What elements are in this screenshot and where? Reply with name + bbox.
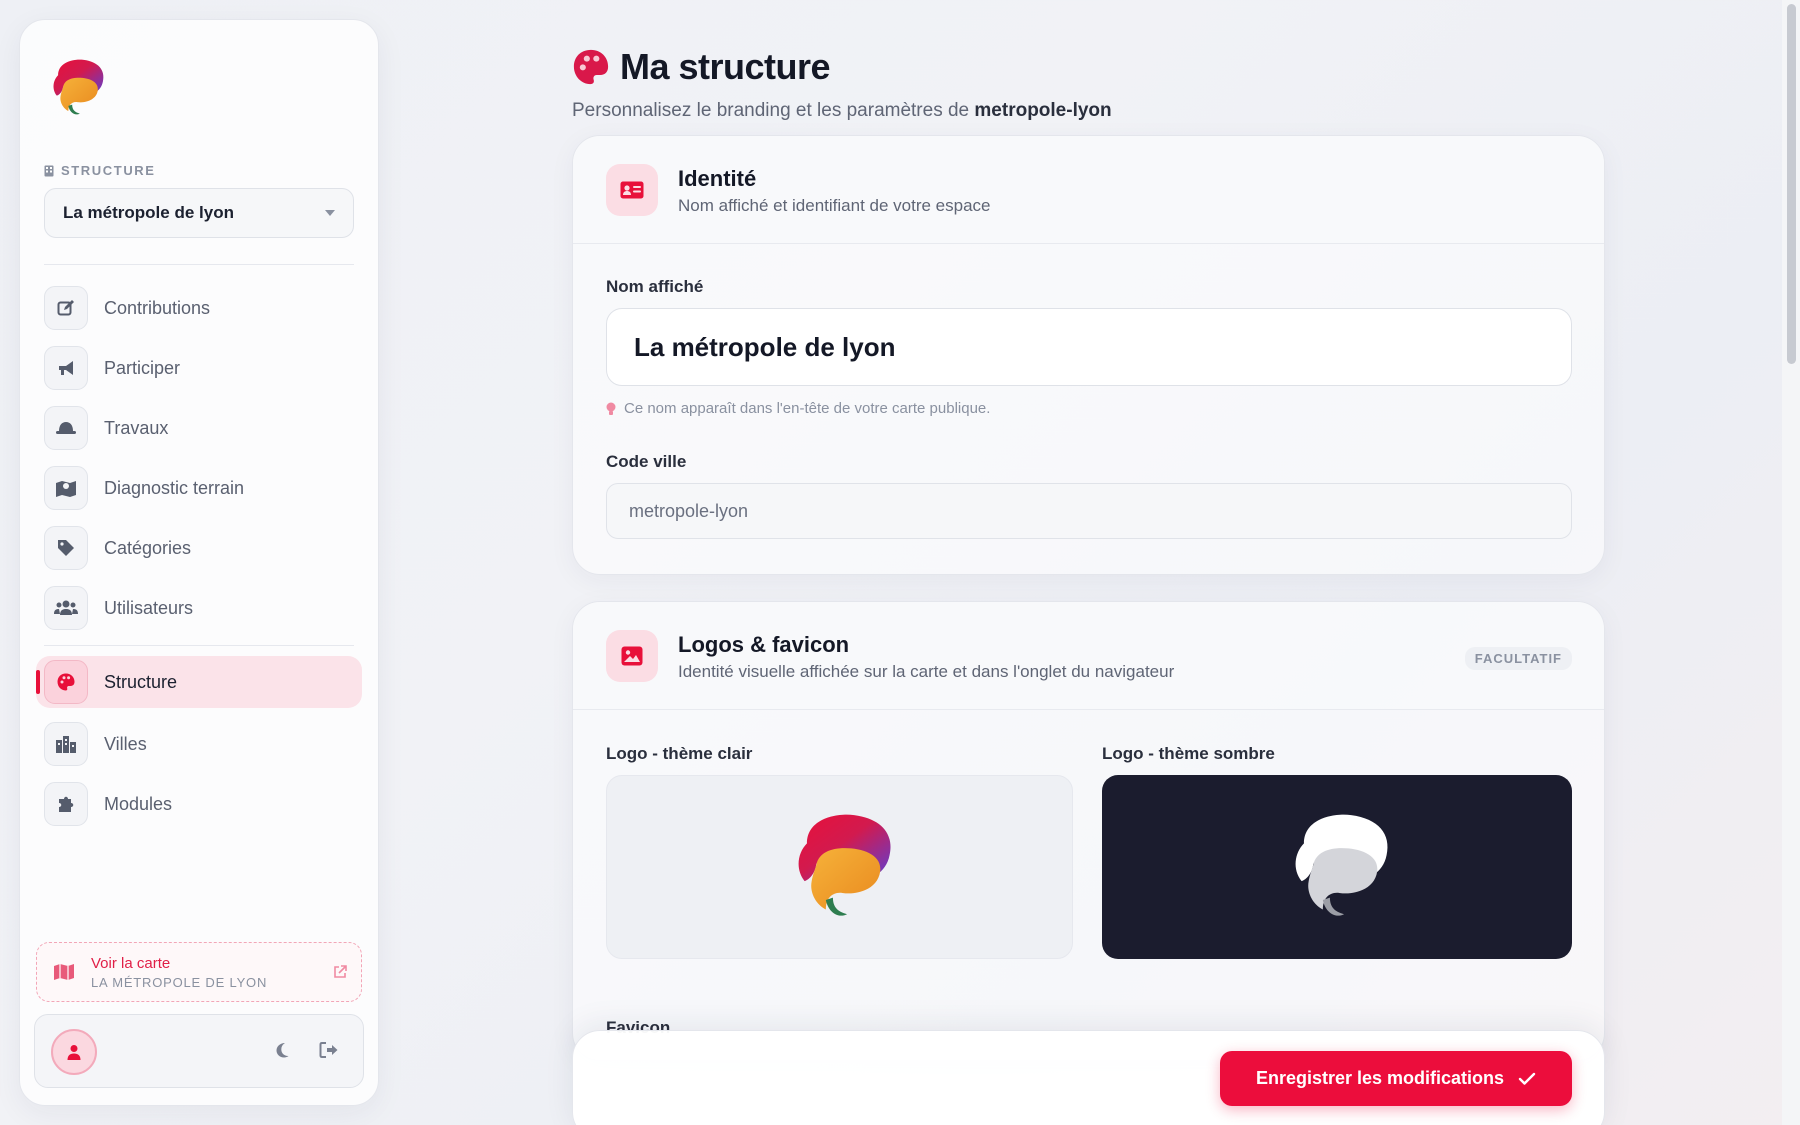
logo-light-label: Logo - thème clair [606, 744, 753, 763]
hard-hat-icon [44, 406, 88, 450]
palette-icon [573, 49, 609, 85]
avatar[interactable] [51, 1029, 97, 1075]
user-bar [34, 1014, 364, 1088]
view-map-subtitle: LA MÉTROPOLE DE LYON [91, 974, 268, 990]
external-link-icon [334, 965, 347, 978]
structure-label: STRUCTURE [44, 163, 156, 178]
logo-dark-preview [1295, 814, 1388, 916]
view-map-link[interactable]: Voir la carte LA MÉTROPOLE DE LYON [36, 942, 362, 1002]
megaphone-icon [44, 346, 88, 390]
save-button[interactable]: Enregistrer les modifications [1220, 1051, 1572, 1106]
sidebar-item-participer[interactable]: Participer [44, 342, 354, 394]
logos-title: Logos & favicon [678, 632, 850, 657]
identity-card: Identité Nom affiché et identifiant de v… [572, 135, 1605, 575]
map-marker-icon [44, 466, 88, 510]
logo-dark-upload[interactable] [1102, 775, 1572, 959]
sidebar-item-structure[interactable]: Structure [36, 656, 362, 708]
sidebar-item-contributions[interactable]: Contributions [44, 282, 354, 334]
sidebar-item-utilisateurs[interactable]: Utilisateurs [44, 582, 354, 634]
tags-icon [44, 526, 88, 570]
identity-title: Identité [678, 166, 757, 191]
city-code-input[interactable] [606, 483, 1572, 539]
display-name-input[interactable] [606, 308, 1572, 386]
scrollbar-thumb[interactable] [1787, 4, 1796, 364]
view-map-title: Voir la carte [91, 954, 171, 972]
map-icon [54, 964, 74, 980]
save-bar: Enregistrer les modifications [572, 1030, 1605, 1125]
building-icon [44, 165, 54, 176]
structure-select[interactable]: La métropole de lyon [44, 188, 354, 238]
sidebar-item-travaux[interactable]: Travaux [44, 402, 354, 454]
sidebar-item-villes[interactable]: Villes [44, 718, 354, 770]
logo-light-upload[interactable] [606, 775, 1073, 959]
palette-icon [44, 660, 88, 704]
divider [44, 645, 354, 646]
puzzle-icon [44, 782, 88, 826]
name-label: Nom affiché [606, 277, 704, 296]
scrollbar[interactable] [1782, 0, 1800, 1125]
code-label: Code ville [606, 452, 687, 471]
edit-icon [44, 286, 88, 330]
sidebar-item-categories[interactable]: Catégories [44, 522, 354, 574]
check-icon [1518, 1072, 1536, 1085]
logo-dark-label: Logo - thème sombre [1102, 744, 1275, 763]
name-hint: Ce nom apparaît dans l'en-tête de votre … [606, 400, 990, 417]
moon-icon[interactable] [273, 1041, 291, 1059]
user-icon [67, 1045, 81, 1060]
id-card-icon [606, 164, 658, 216]
users-icon [44, 586, 88, 630]
chevron-down-icon [325, 210, 335, 216]
sidebar-item-diagnostic-terrain[interactable]: Diagnostic terrain [44, 462, 354, 514]
optional-badge: FACULTATIF [1464, 647, 1572, 670]
brand-logo[interactable] [44, 56, 108, 120]
divider [44, 264, 354, 265]
logout-icon[interactable] [319, 1041, 339, 1059]
identity-description: Nom affiché et identifiant de votre espa… [678, 196, 991, 215]
page-subtitle: Personnalisez le branding et les paramèt… [572, 100, 1112, 121]
lightbulb-icon [606, 402, 616, 415]
image-icon [606, 630, 658, 682]
identity-card-header: Identité Nom affiché et identifiant de v… [573, 136, 1604, 244]
logos-description: Identité visuelle affichée sur la carte … [678, 662, 1175, 681]
logo-light-preview [798, 814, 891, 916]
logos-card: Logos & favicon Identité visuelle affich… [572, 601, 1605, 1061]
city-icon [44, 722, 88, 766]
sidebar-item-modules[interactable]: Modules [44, 778, 354, 830]
page-title: Ma structure [572, 46, 831, 88]
sidebar: STRUCTURE La métropole de lyon Contribut… [19, 19, 379, 1106]
logos-card-header: Logos & favicon Identité visuelle affich… [573, 602, 1604, 710]
